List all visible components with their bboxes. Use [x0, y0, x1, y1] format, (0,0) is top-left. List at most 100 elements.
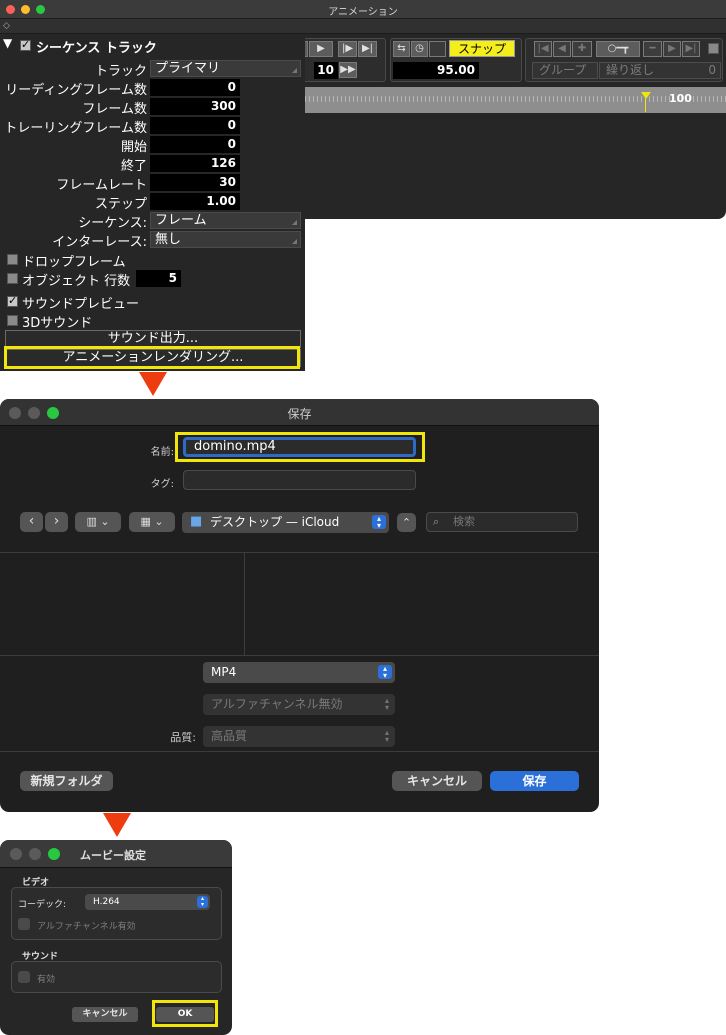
cancel-button[interactable]: キャンセル — [392, 771, 482, 791]
ruler-label: 100 — [669, 92, 692, 105]
drop-frame-label: ドロップフレーム — [22, 255, 126, 270]
framerate-field[interactable]: 30 — [150, 174, 240, 191]
sequence-dropdown[interactable]: フレーム — [150, 212, 301, 229]
key-remove-icon[interactable]: ━ — [643, 41, 662, 57]
format-popup[interactable]: MP4 ▴ ▾ — [203, 662, 395, 683]
quality-popup[interactable]: 高品質 ▴ ▾ — [203, 726, 395, 747]
object-rows-field[interactable]: 5 — [136, 270, 181, 287]
animation-titlebar: アニメーション — [0, 0, 726, 19]
zoom-icon[interactable] — [48, 848, 60, 860]
timeline-ruler[interactable]: 100 — [305, 87, 726, 113]
alpha-enabled-label: アルファチャンネル有効 — [37, 922, 136, 932]
arrow-down-icon — [103, 813, 131, 837]
key-next-icon[interactable]: ▶ — [663, 41, 681, 57]
snap-button[interactable]: スナップ — [449, 40, 515, 57]
footer-divider — [0, 751, 599, 752]
sequence-track-label: シーケンス トラック — [36, 41, 157, 56]
sound-enabled-checkbox[interactable] — [18, 971, 30, 983]
save-button[interactable]: 保存 — [490, 771, 579, 791]
key-prev-icon[interactable]: ◀ — [553, 41, 571, 57]
alpha-enabled-checkbox[interactable] — [18, 918, 30, 930]
key-icon[interactable]: ○━┳ — [596, 41, 640, 57]
disclosure-triangle-icon[interactable]: ▼ — [3, 36, 12, 50]
fast-forward-icon[interactable]: ▶▶ — [339, 62, 357, 78]
key-start-icon[interactable]: |◀ — [534, 41, 552, 57]
drop-frame-checkbox[interactable] — [7, 254, 18, 265]
back-icon[interactable]: ‹ — [20, 512, 43, 532]
field-label-framerate: フレームレート — [56, 178, 147, 193]
highlight-ok-button — [152, 1000, 218, 1027]
loop-icon[interactable]: ⇆ — [393, 41, 410, 57]
sound-preview-checkbox[interactable] — [7, 294, 18, 307]
sound-preview-label: サウンドプレビュー — [22, 297, 140, 312]
field-label-frames: フレーム数 — [82, 102, 147, 117]
close-icon[interactable] — [10, 848, 22, 860]
interlace-dropdown[interactable]: 無し — [150, 231, 301, 248]
arrow-down-icon — [139, 372, 167, 396]
alpha-popup[interactable]: アルファチャンネル無効 ▴ ▾ — [203, 694, 395, 715]
object-rows-checkbox[interactable] — [7, 273, 18, 284]
playhead-icon[interactable] — [641, 92, 651, 99]
key-end-icon[interactable]: ▶| — [682, 41, 700, 57]
codec-popup[interactable]: H.264 ▴ ▾ — [85, 894, 210, 910]
collapse-icon[interactable]: ⌃ — [397, 513, 416, 532]
browser-top-divider — [0, 552, 599, 553]
frame-step-field[interactable]: 10 — [314, 62, 338, 79]
forward-icon[interactable]: › — [45, 512, 68, 532]
snap-option-icon[interactable] — [429, 41, 446, 57]
chevron-updown-icon: ▴ ▾ — [384, 728, 389, 744]
field-label-leading: リーディングフレーム数 — [5, 83, 147, 98]
repeat-field[interactable]: 繰り返し 0 — [599, 62, 721, 79]
name-label: 名前: — [150, 447, 174, 458]
new-folder-button[interactable]: 新規フォルダ — [20, 771, 113, 791]
go-end-icon[interactable]: ▶| — [358, 41, 377, 57]
codec-value: H.264 — [93, 897, 120, 907]
search-placeholder: 検索 — [453, 515, 475, 528]
play-icon[interactable]: ▶ — [309, 41, 333, 57]
diamond-icon[interactable]: ◇ — [3, 21, 10, 31]
ruler-ticks — [305, 96, 726, 102]
tag-input[interactable] — [183, 470, 416, 490]
sound-3d-checkbox[interactable] — [7, 315, 18, 326]
key-checkbox[interactable] — [708, 43, 719, 54]
start-field[interactable]: 0 — [150, 136, 240, 153]
highlight-name-field — [175, 432, 425, 462]
search-icon: ⌕ — [433, 515, 440, 528]
quality-text: 高品質 — [211, 729, 248, 743]
save-title: 保存 — [287, 407, 312, 421]
sequence-label: シーケンス: — [78, 216, 147, 231]
group-field[interactable]: グループ — [532, 62, 598, 79]
view-grid-icon[interactable]: ▦ ⌄ — [129, 512, 175, 532]
trailing-frames-field[interactable]: 0 — [150, 117, 240, 134]
format-text: MP4 — [211, 665, 237, 679]
sound-group: 有効 — [11, 961, 222, 993]
leading-frames-field[interactable]: 0 — [150, 79, 240, 96]
search-input[interactable]: ⌕ 検索 — [426, 512, 578, 532]
step-forward-icon[interactable]: |▶ — [338, 41, 357, 57]
interlace-label: インターレース: — [52, 235, 147, 250]
chevron-updown-icon: ▴ ▾ — [378, 665, 392, 680]
repeat-label: 繰り返し — [606, 63, 655, 77]
movie-cancel-button[interactable]: キャンセル — [72, 1007, 138, 1022]
sequence-track-checkbox[interactable] — [20, 38, 31, 51]
sequence-panel: ▼ シーケンス トラック トラック プライマリ リーディングフレーム数 0 フレ… — [0, 34, 305, 371]
current-value-field[interactable]: 95.00 — [393, 62, 479, 79]
track-dropdown[interactable]: プライマリ — [150, 60, 301, 77]
minimize-icon[interactable] — [29, 848, 41, 860]
key-add-icon[interactable]: ✚ — [572, 41, 592, 57]
location-popup[interactable]: ■ デスクトップ — iCloud ▴ ▾ — [182, 512, 389, 533]
clock-icon[interactable]: ◷ — [411, 41, 428, 57]
snap-group: ⇆ ◷ スナップ 95.00 — [390, 38, 522, 82]
field-label-end: 終了 — [120, 159, 147, 174]
frames-field[interactable]: 300 — [150, 98, 240, 115]
end-field[interactable]: 126 — [150, 155, 240, 172]
location-text: デスクトップ — iCloud — [210, 515, 340, 529]
step-field[interactable]: 1.00 — [150, 193, 240, 210]
view-columns-icon[interactable]: ▥ ⌄ — [75, 512, 121, 532]
browser-bottom-divider — [0, 655, 599, 656]
field-label-trailing: トレーリングフレーム数 — [4, 121, 147, 136]
browser-column-divider — [244, 553, 245, 655]
save-titlebar: 保存 — [0, 399, 599, 426]
folder-icon: ■ — [190, 514, 203, 529]
repeat-value: 0 — [708, 63, 716, 77]
